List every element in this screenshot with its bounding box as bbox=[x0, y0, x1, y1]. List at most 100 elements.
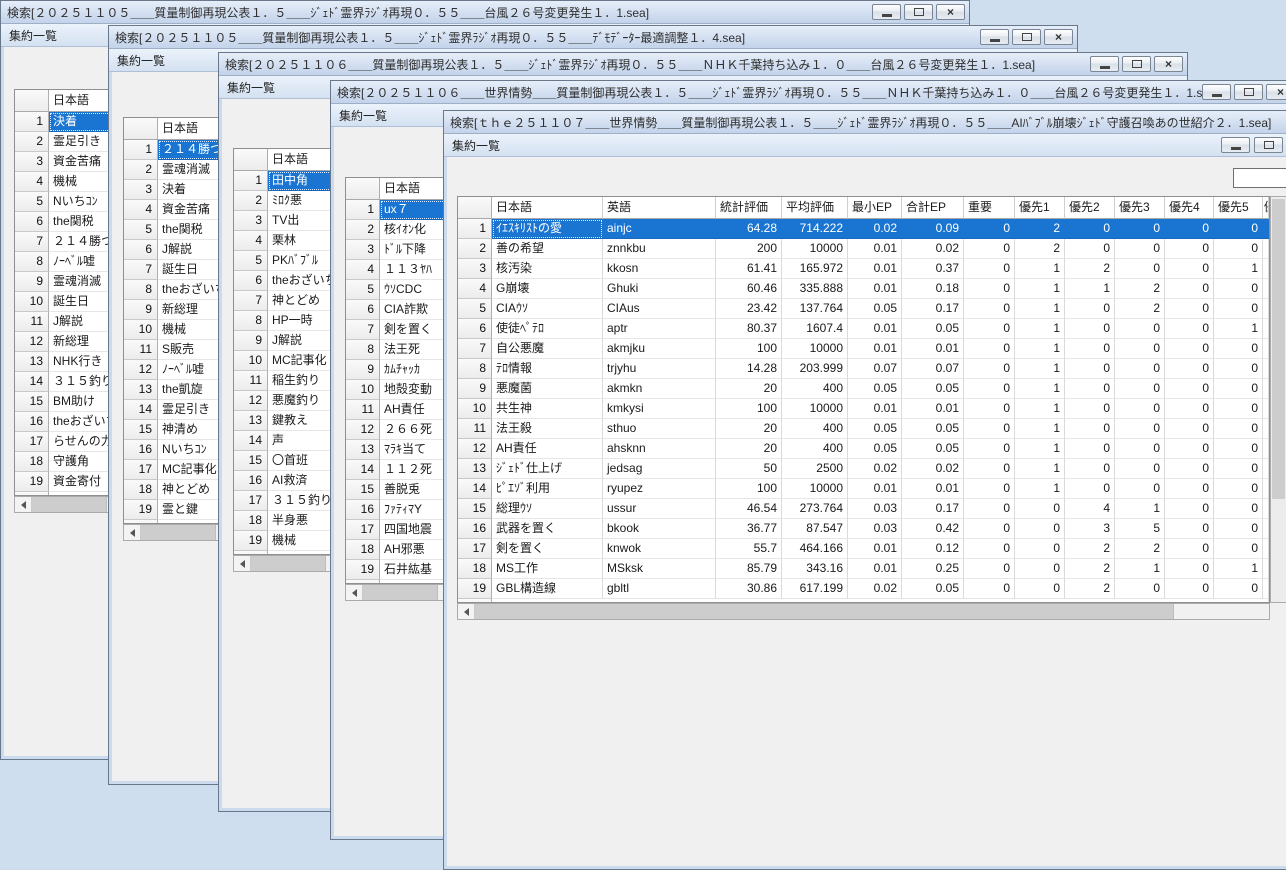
grid-cell[interactable]: ﾃﾛ情報 bbox=[492, 359, 603, 379]
grid-cell[interactable]: ryupez bbox=[603, 479, 716, 499]
maximize-button[interactable] bbox=[1234, 84, 1263, 100]
grid-cell[interactable]: 2500 bbox=[782, 459, 848, 479]
grid-cell[interactable]: jedsag bbox=[603, 459, 716, 479]
grid-cell[interactable]: 0 bbox=[1115, 259, 1165, 279]
list-row[interactable]: 19石井紘基 bbox=[346, 560, 450, 580]
grid-cell[interactable]: 64.28 bbox=[716, 219, 782, 239]
row-number[interactable]: 4 bbox=[346, 260, 380, 280]
column-header[interactable]: 優先1 bbox=[1015, 197, 1065, 219]
row-number[interactable]: 13 bbox=[458, 459, 492, 479]
row-number[interactable]: 1 bbox=[458, 219, 492, 239]
grid-cell[interactable]: 0 bbox=[964, 339, 1015, 359]
list-row[interactable]: 8theおざいち bbox=[124, 280, 228, 300]
grid-cell[interactable]: 0 bbox=[964, 299, 1015, 319]
horizontal-scrollbar[interactable] bbox=[123, 524, 229, 541]
list-row[interactable]: 16theおざいち bbox=[15, 412, 119, 432]
list-row[interactable]: 1田中角 bbox=[234, 171, 338, 191]
maximize-button[interactable] bbox=[904, 4, 933, 20]
grid-cell[interactable]: 0.01 bbox=[848, 239, 902, 259]
grid-cell[interactable]: 0 bbox=[1015, 559, 1065, 579]
row-number[interactable]: 19 bbox=[458, 579, 492, 599]
column-header[interactable]: 平均評価 bbox=[782, 197, 848, 219]
table-row[interactable]: 7自公悪魔akmjku100100000.010.01010000 bbox=[458, 339, 1269, 359]
list-row[interactable]: 5ｳｿCDC bbox=[346, 280, 450, 300]
row-number[interactable]: 7 bbox=[346, 320, 380, 340]
row-number[interactable]: 8 bbox=[458, 359, 492, 379]
grid-cell[interactable]: 10000 bbox=[782, 479, 848, 499]
horizontal-scrollbar[interactable] bbox=[457, 603, 1270, 620]
list-row[interactable]: 3決着 bbox=[124, 180, 228, 200]
grid-cell[interactable]: trjyhu bbox=[603, 359, 716, 379]
grid-cell[interactable]: 0 bbox=[1065, 459, 1115, 479]
grid-cell[interactable]: 0.01 bbox=[848, 539, 902, 559]
list-row[interactable]: 13鍵教え bbox=[234, 411, 338, 431]
table-row[interactable]: 10共生神kmkysi100100000.010.01010000 bbox=[458, 399, 1269, 419]
list-row[interactable]: 7誕生日 bbox=[124, 260, 228, 280]
grid-cell[interactable]: 0 bbox=[964, 379, 1015, 399]
grid-cell[interactable]: 0.01 bbox=[848, 259, 902, 279]
grid-cell[interactable]: 61.41 bbox=[716, 259, 782, 279]
grid-cell[interactable]: 0.05 bbox=[848, 299, 902, 319]
row-number[interactable]: 19 bbox=[124, 500, 158, 520]
row-number[interactable]: 18 bbox=[124, 480, 158, 500]
maximize-button[interactable] bbox=[1012, 29, 1041, 45]
grid-cell[interactable]: 0.02 bbox=[902, 459, 964, 479]
grid-cell[interactable]: 0 bbox=[1214, 219, 1263, 239]
grid-cell[interactable]: 0.25 bbox=[902, 559, 964, 579]
row-number[interactable]: 12 bbox=[458, 439, 492, 459]
grid-cell[interactable]: 1 bbox=[1015, 259, 1065, 279]
grid-cell[interactable]: 0 bbox=[1065, 239, 1115, 259]
table-row[interactable]: 17剣を置くknwok55.7464.1660.010.12002200 bbox=[458, 539, 1269, 559]
grid-cell[interactable]: 0 bbox=[1015, 579, 1065, 599]
grid-cell[interactable]: 0 bbox=[1165, 219, 1214, 239]
grid-cell[interactable]: 46.54 bbox=[716, 499, 782, 519]
row-number[interactable]: 11 bbox=[346, 400, 380, 420]
list-row[interactable]: 4１１３ﾔﾊ bbox=[346, 260, 450, 280]
close-button[interactable]: × bbox=[1154, 56, 1183, 72]
grid-cell[interactable]: kkosn bbox=[603, 259, 716, 279]
grid-cell[interactable]: 0.05 bbox=[902, 579, 964, 599]
grid-cell[interactable]: 0 bbox=[1165, 339, 1214, 359]
grid-cell[interactable]: CIAｳｿ bbox=[492, 299, 603, 319]
list-row[interactable]: 7２１４勝つ bbox=[15, 232, 119, 252]
list-row[interactable]: 3資金苦痛 bbox=[15, 152, 119, 172]
row-number[interactable]: 15 bbox=[234, 451, 268, 471]
grid-cell[interactable]: sthuo bbox=[603, 419, 716, 439]
row-number[interactable]: 2 bbox=[346, 220, 380, 240]
list-row[interactable]: 15BM助け bbox=[15, 392, 119, 412]
row-number[interactable]: 19 bbox=[15, 472, 49, 492]
grid-cell[interactable]: 1 bbox=[1115, 499, 1165, 519]
row-number[interactable]: 3 bbox=[458, 259, 492, 279]
grid-cell[interactable]: 0.01 bbox=[848, 399, 902, 419]
grid-cell[interactable]: 0 bbox=[1015, 499, 1065, 519]
grid-cell[interactable]: 5 bbox=[1115, 519, 1165, 539]
list-row[interactable]: 5PKﾊﾞﾌﾞﾙ bbox=[234, 251, 338, 271]
list-row[interactable]: 8法王死 bbox=[346, 340, 450, 360]
grid-cell[interactable]: 2 bbox=[1065, 259, 1115, 279]
list-row[interactable]: 9新総理 bbox=[124, 300, 228, 320]
list-row[interactable]: 16AI救済 bbox=[234, 471, 338, 491]
row-number[interactable]: 12 bbox=[346, 420, 380, 440]
grid-cell[interactable]: 剣を置く bbox=[492, 539, 603, 559]
row-number[interactable]: 10 bbox=[346, 380, 380, 400]
list-row[interactable]: 10地殻変動 bbox=[346, 380, 450, 400]
row-number[interactable]: 7 bbox=[234, 291, 268, 311]
list-row[interactable]: 12ﾉｰﾍﾞﾙ嘘 bbox=[124, 360, 228, 380]
grid-cell[interactable]: 0.02 bbox=[848, 579, 902, 599]
grid-cell[interactable]: 400 bbox=[782, 379, 848, 399]
row-number[interactable]: 12 bbox=[124, 360, 158, 380]
grid-cell[interactable]: 1 bbox=[1015, 279, 1065, 299]
grid-cell[interactable]: 0.02 bbox=[848, 459, 902, 479]
row-number[interactable]: 17 bbox=[234, 491, 268, 511]
grid-cell[interactable]: 2 bbox=[1115, 279, 1165, 299]
grid-cell[interactable]: 自公悪魔 bbox=[492, 339, 603, 359]
list-row[interactable]: 4資金苦痛 bbox=[124, 200, 228, 220]
grid-cell[interactable]: 343.16 bbox=[782, 559, 848, 579]
list-row[interactable]: 6CIA詐欺 bbox=[346, 300, 450, 320]
list-row[interactable]: 13ﾏﾗｷ当て bbox=[346, 440, 450, 460]
row-number[interactable]: 11 bbox=[234, 371, 268, 391]
grid-cell[interactable]: GBL構造線 bbox=[492, 579, 603, 599]
grid-cell[interactable]: 200 bbox=[716, 239, 782, 259]
row-number[interactable]: 8 bbox=[124, 280, 158, 300]
list-row[interactable]: 17MC記事化 bbox=[124, 460, 228, 480]
